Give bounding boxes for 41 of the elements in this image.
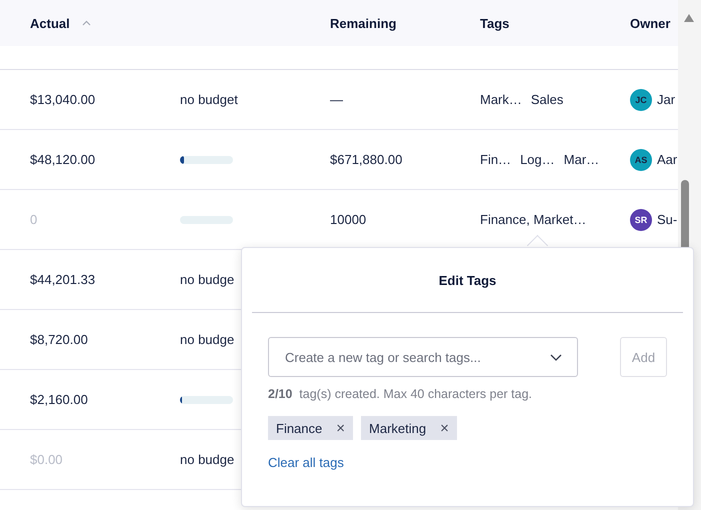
tag-label[interactable]: Mark… — [480, 92, 522, 107]
column-header[interactable]: Remaining — [330, 16, 396, 30]
budget-status: no budget — [180, 92, 238, 107]
remaining-amount: $671,880.00 — [330, 152, 402, 167]
chevron-down-icon[interactable] — [550, 354, 562, 361]
remove-tag-button[interactable]: × — [440, 420, 449, 436]
clear-all-link[interactable]: Clear all tags — [268, 455, 344, 470]
actual-amount: $0.00 — [30, 452, 64, 467]
actual-amount: $13,040.00 — [30, 92, 96, 107]
tag-count-hint: 2/10 tag(s) created. Max 40 characters per tag. — [267, 386, 534, 401]
actual-amount: $48,120.00 — [30, 152, 96, 167]
owner-name: Aar — [657, 152, 678, 167]
tag-chip[interactable]: Finance × — [268, 416, 354, 440]
tag-label[interactable]: Sales — [530, 92, 564, 107]
tag-label[interactable]: Fin… — [480, 152, 512, 167]
owner-avatar: SR — [630, 208, 652, 230]
tag-search-field[interactable]: Create a new tag or search tags... — [268, 337, 578, 377]
remove-tag-button[interactable]: × — [336, 420, 346, 436]
popover-title: Edit Tags — [438, 272, 498, 290]
actual-amount: $8,720.00 — [30, 332, 89, 347]
tag-label[interactable]: Mar… — [564, 152, 600, 167]
budget-status: no budge — [180, 332, 234, 347]
scroll-up-icon[interactable] — [684, 14, 694, 22]
column-header[interactable]: Actual — [30, 16, 70, 30]
tag-label[interactable]: Log… — [520, 152, 555, 167]
owner-avatar: JC — [630, 88, 652, 110]
tag-label[interactable]: Finance, Market… — [480, 212, 586, 227]
owner-avatar: AS — [630, 148, 652, 170]
column-header[interactable]: Tags — [480, 16, 510, 30]
remaining-amount: 10000 — [330, 212, 366, 227]
actual-amount: $2,160.00 — [30, 392, 89, 407]
actual-amount: 0 — [30, 212, 38, 227]
sort-icon[interactable] — [82, 20, 91, 26]
actual-amount: $44,201.33 — [30, 272, 96, 287]
budget-status: no budge — [180, 452, 234, 467]
column-header[interactable]: Owner — [630, 16, 670, 30]
budget-status: no budge — [180, 272, 234, 287]
remaining-amount: — — [330, 92, 343, 107]
tag-chip[interactable]: Marketing × — [361, 416, 457, 440]
owner-name: Jar — [657, 92, 676, 107]
owner-name: Su- — [657, 212, 678, 227]
